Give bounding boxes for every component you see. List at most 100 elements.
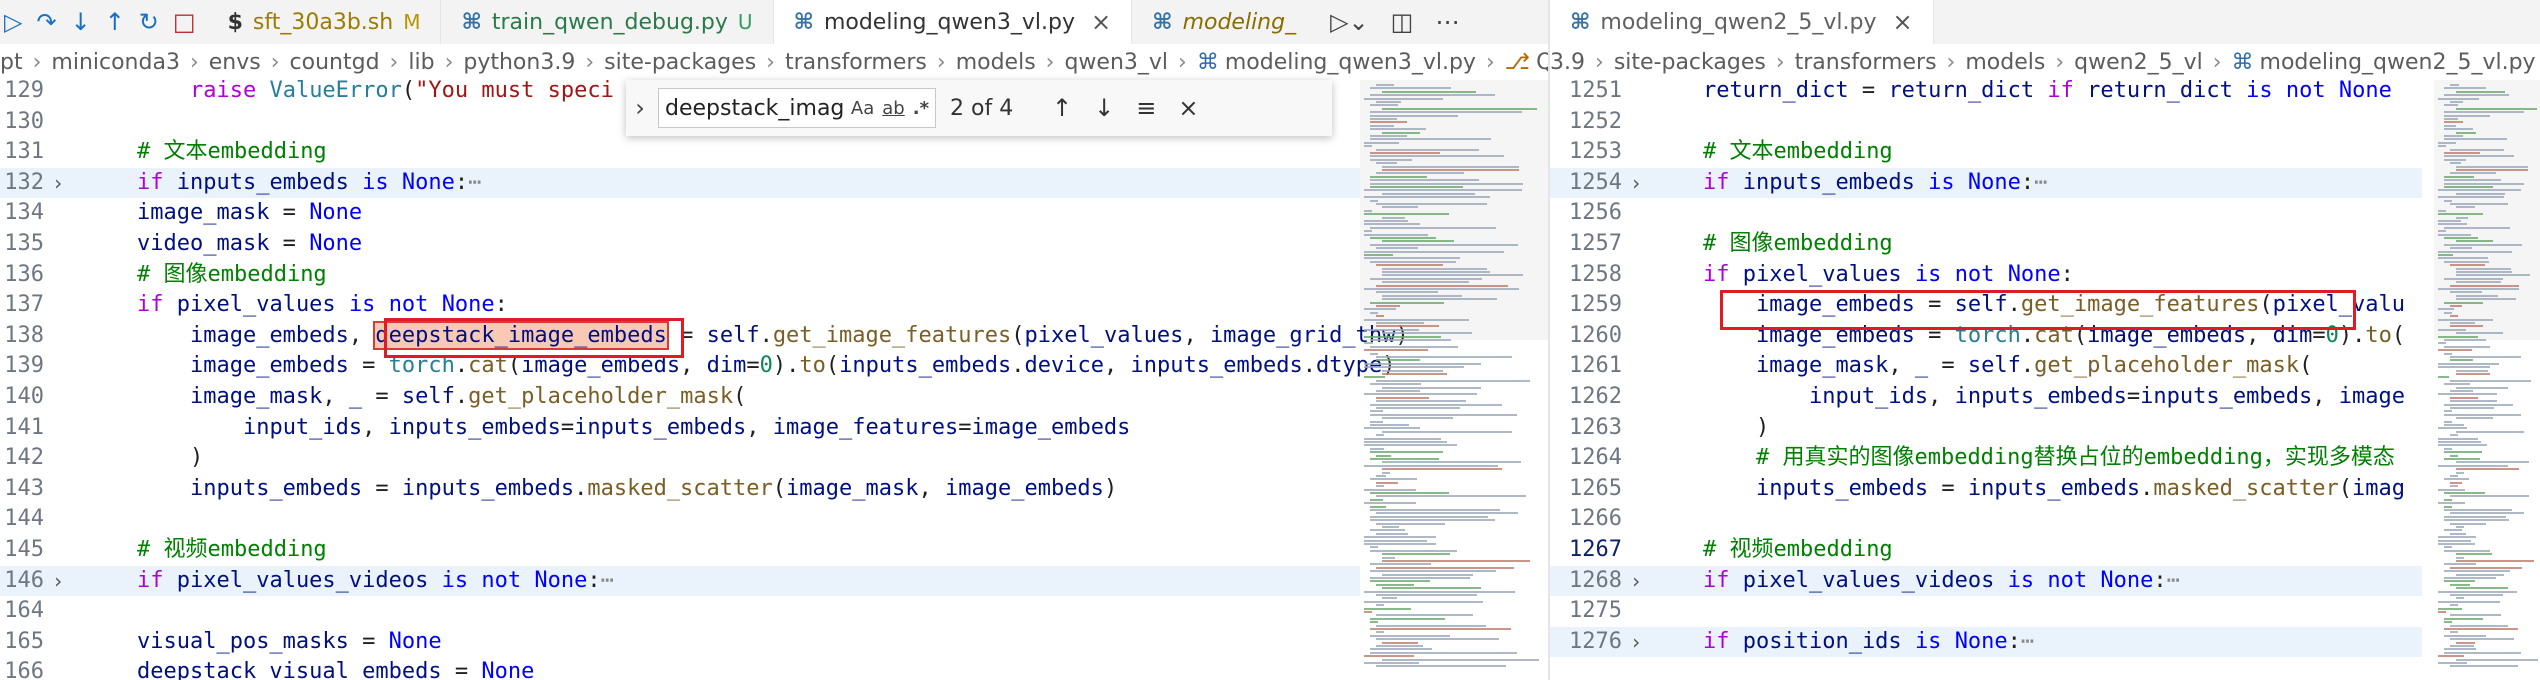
breadcrumb-item[interactable]: qwen3_vl xyxy=(1064,50,1168,75)
code-line[interactable]: 1268 › if pixel_values_videos is not None… xyxy=(1550,565,2422,597)
breadcrumb-item[interactable]: python3.9 xyxy=(463,50,575,75)
code-line[interactable]: 141 input_ids, inputs_embeds=inputs_embe… xyxy=(0,413,1360,444)
code-editor[interactable]: 129 raise ValueError("You must speci 130 1… xyxy=(0,78,1409,680)
fold-chevron-icon[interactable]: › xyxy=(1630,566,1642,597)
code-line[interactable]: 1256 xyxy=(1550,198,2422,229)
breadcrumb-item[interactable]: modeling_qwen3_vl.py xyxy=(1225,50,1476,75)
code-editor[interactable]: 1251 return_dict = return_dict if return… xyxy=(1550,78,2422,680)
run-icon[interactable]: ▷⌄ xyxy=(1330,8,1369,36)
find-input[interactable]: deepstack_image_embe Aa ab .* xyxy=(658,88,936,128)
breadcrumb-item[interactable]: models xyxy=(1965,50,2045,75)
split-editor-icon[interactable]: ◫ xyxy=(1391,8,1414,36)
close-icon[interactable]: × xyxy=(1893,8,1913,36)
minimap-line xyxy=(1382,468,1502,471)
code-line[interactable]: 1265 inputs_embeds = inputs_embeds.maske… xyxy=(1550,474,2422,505)
tab-modeling-preview[interactable]: ⌘ modeling_ xyxy=(1132,0,1316,44)
code-line[interactable]: 135 video_mask = None xyxy=(0,229,1360,260)
minimap-line xyxy=(2444,634,2486,637)
step-out-icon[interactable]: ↑ xyxy=(105,8,125,36)
code-line[interactable]: 1252 xyxy=(1550,107,2422,138)
line-number: 1266 xyxy=(1569,506,1622,532)
code-line[interactable]: 1262 input_ids, inputs_embeds=inputs_emb… xyxy=(1550,382,2422,413)
code-line[interactable]: 131 # 文本embedding xyxy=(0,137,1360,168)
stop-icon[interactable]: □ xyxy=(173,8,196,36)
tab-modeling-qwen3-vl[interactable]: ⌘ modeling_qwen3_vl.py × xyxy=(773,0,1133,44)
close-icon[interactable]: × xyxy=(1178,94,1198,122)
close-icon[interactable]: × xyxy=(1091,8,1111,36)
minimap[interactable] xyxy=(1360,80,1548,680)
continue-icon[interactable]: ▷ xyxy=(4,8,22,36)
code-line[interactable]: 166 deepstack_visual_embeds = None xyxy=(0,657,1360,680)
minimap-line xyxy=(1364,536,1436,539)
code-line[interactable]: 134 image_mask = None xyxy=(0,198,1360,229)
minimap-line xyxy=(2444,424,2464,426)
chevron-right-icon: › xyxy=(936,49,946,75)
breadcrumb-item[interactable]: envs xyxy=(209,50,261,75)
regex-toggle[interactable]: .* xyxy=(913,98,929,119)
breadcrumb-item[interactable]: transformers xyxy=(785,50,927,75)
more-actions-icon[interactable]: ⋯ xyxy=(1435,8,1459,36)
minimap-line xyxy=(2438,539,2471,542)
match-word-toggle[interactable]: ab xyxy=(882,98,904,119)
tab-train-qwen-debug[interactable]: ⌘ train_qwen_debug.py U xyxy=(441,0,774,44)
breadcrumb-item[interactable]: modeling_qwen2_5_vl.py xyxy=(2260,50,2536,75)
code-line[interactable]: 165 visual_pos_masks = None xyxy=(0,627,1360,658)
fold-chevron-icon[interactable]: › xyxy=(52,168,64,199)
step-into-icon[interactable]: ↓ xyxy=(71,8,91,36)
code-line[interactable]: 142 ) xyxy=(0,443,1360,474)
code-line[interactable]: 1266 xyxy=(1550,504,2422,535)
code-line[interactable]: 1261 image_mask, _ = self.get_placeholde… xyxy=(1550,351,2422,382)
code-line[interactable]: 1275 xyxy=(1550,596,2422,627)
code-line[interactable]: 140 image_mask, _ = self.get_placeholder… xyxy=(0,382,1360,413)
code-line[interactable]: 1257 # 图像embedding xyxy=(1550,229,2422,260)
fold-chevron-icon[interactable]: › xyxy=(1630,627,1642,658)
breadcrumb-item[interactable]: qwen2_5_vl xyxy=(2074,50,2203,75)
next-match-icon[interactable]: ↓ xyxy=(1094,94,1114,122)
minimap-line xyxy=(2444,651,2521,654)
breadcrumb-item[interactable]: site-packages xyxy=(1614,50,1766,75)
breadcrumb-item[interactable]: lib xyxy=(408,50,434,75)
code-line[interactable]: 1258 if pixel_values is not None: xyxy=(1550,260,2422,291)
code-line[interactable]: 1254 › if inputs_embeds is None:⋯ xyxy=(1550,167,2422,199)
code-line[interactable]: 137 if pixel_values is not None: xyxy=(0,290,1360,321)
tab-sft-30a3b[interactable]: $ sft_30a3b.sh M xyxy=(208,0,442,44)
breadcrumb-item[interactable]: pt xyxy=(0,50,23,75)
tab-modeling-qwen2-5-vl[interactable]: ⌘ modeling_qwen2_5_vl.py × xyxy=(1550,0,1934,44)
code-line[interactable]: 1251 return_dict = return_dict if return… xyxy=(1550,76,2422,107)
code-line[interactable]: 1253 # 文本embedding xyxy=(1550,137,2422,168)
find-in-selection-icon[interactable]: ≡ xyxy=(1136,94,1156,122)
previous-match-icon[interactable]: ↑ xyxy=(1052,94,1072,122)
match-case-toggle[interactable]: Aa xyxy=(851,98,874,119)
code-line[interactable]: 146 › if pixel_values_videos is not None:… xyxy=(0,565,1360,597)
code-line[interactable]: 144 xyxy=(0,504,1360,535)
code-line[interactable]: 143 inputs_embeds = inputs_embeds.masked… xyxy=(0,474,1360,505)
breadcrumb-item[interactable]: Qwen3Vl xyxy=(1536,50,1548,75)
code-line[interactable]: 1264 # 用真实的图像embedding替换占位的embedding，实现多… xyxy=(1550,443,2422,474)
minimap-line xyxy=(2438,145,2446,148)
code-line[interactable]: 1263 ) xyxy=(1550,413,2422,444)
restart-icon[interactable]: ↻ xyxy=(139,8,159,36)
toggle-replace-icon[interactable]: › xyxy=(626,94,654,122)
minimap-line xyxy=(1364,145,1372,148)
code-line[interactable]: 1267 # 视频embedding xyxy=(1550,535,2422,566)
code-line[interactable]: 132 › if inputs_embeds is None:⋯ xyxy=(0,167,1360,199)
breadcrumb-item[interactable]: miniconda3 xyxy=(51,50,180,75)
step-over-icon[interactable]: ↷ xyxy=(36,8,56,36)
minimap-line xyxy=(1364,539,1427,542)
breadcrumb-item[interactable]: transformers xyxy=(1795,50,1937,75)
minimap-line xyxy=(2444,580,2475,583)
breadcrumb-item[interactable]: site-packages xyxy=(604,50,756,75)
fold-chevron-icon[interactable]: › xyxy=(1630,168,1642,199)
breadcrumb-item[interactable]: countgd xyxy=(290,50,380,75)
fold-chevron-icon[interactable]: › xyxy=(52,566,64,597)
code-line[interactable]: 136 # 图像embedding xyxy=(0,260,1360,291)
minimap-line xyxy=(2456,169,2528,171)
breadcrumb-item[interactable]: models xyxy=(956,50,1036,75)
code-line[interactable]: 145 # 视频embedding xyxy=(0,535,1360,566)
minimap-line xyxy=(2444,179,2501,182)
code-line[interactable]: 164 xyxy=(0,596,1360,627)
breadcrumb-item[interactable]: 3.9 xyxy=(1550,50,1585,75)
minimap[interactable] xyxy=(2434,80,2540,680)
minimap-line xyxy=(1370,509,1500,511)
code-line[interactable]: 1276 › if position_ids is None:⋯ xyxy=(1550,626,2422,658)
